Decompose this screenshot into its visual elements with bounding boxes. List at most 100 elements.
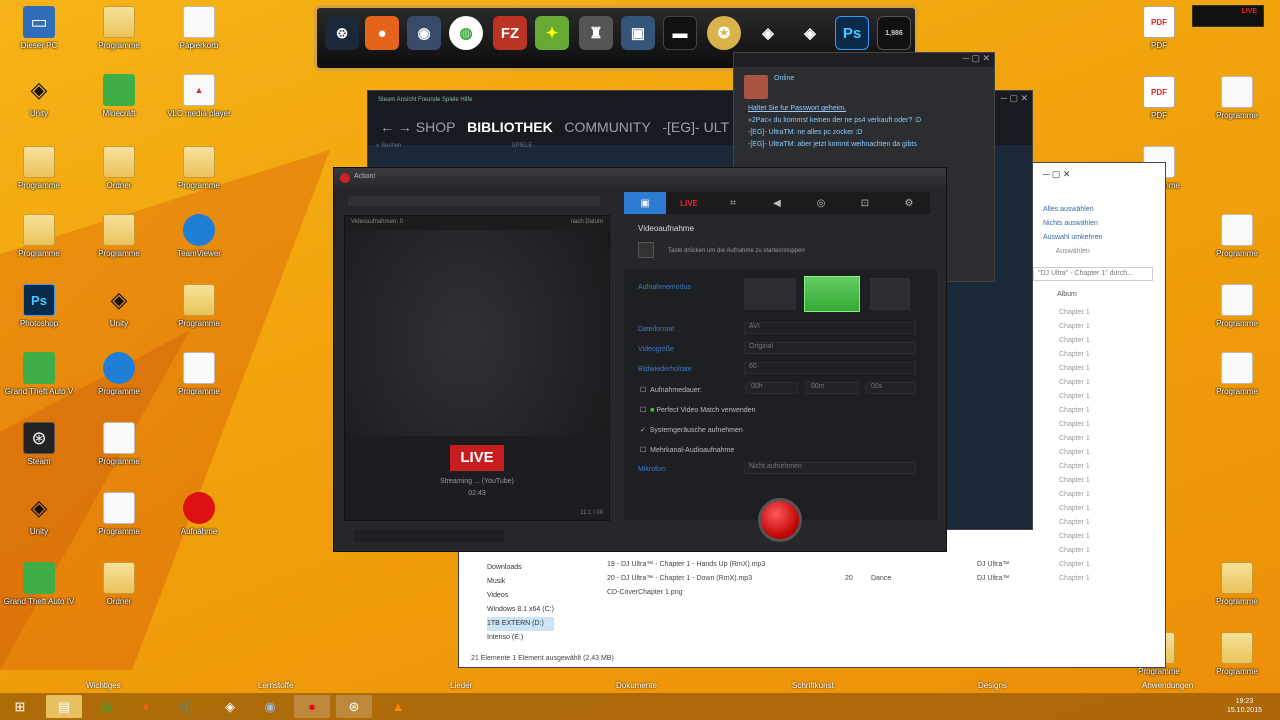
select-all-button[interactable]: Alles auswählen [1043,203,1103,217]
record-button[interactable] [758,498,802,542]
desktop-icon[interactable]: Programme [0,146,78,191]
desktop-icon[interactable]: Programme [160,146,238,191]
chrome-icon[interactable]: ◍ [88,695,124,718]
desktop-icon[interactable]: TeamViewer [160,214,238,259]
explorer-icon[interactable]: ▤ [46,695,82,718]
nav-item-videos[interactable]: Videos [487,589,554,603]
desktop-icon[interactable]: Papierkorb [160,6,238,51]
desktop-icon[interactable]: Programme [80,352,158,397]
desktop-icon[interactable]: ◈ Unity [0,492,78,537]
microphone-select[interactable]: Nicht aufnehmen [744,462,916,474]
desktop-icon[interactable]: Grand Theft Auto V [0,352,78,397]
desktop-label[interactable]: Lieder [450,681,472,690]
tab-screenshot[interactable]: ⌗ [712,192,754,214]
select-none-button[interactable]: Nichts auswählen [1043,217,1103,231]
photo-icon[interactable]: ▣ [621,16,655,50]
desktop-icon[interactable]: Ordner [80,146,158,191]
nav-item-downloads[interactable]: Downloads [487,561,554,575]
steam-icon[interactable]: ⊛ [325,16,359,50]
skype-icon[interactable]: ⓢ [168,695,204,718]
desktop-icon[interactable]: PDF PDF [1120,6,1198,51]
desktop-icon[interactable]: Programme [160,284,238,329]
tab-audio[interactable]: ◀ [756,192,798,214]
desktop-icon[interactable]: Programme [80,422,158,467]
photoshop-icon[interactable]: Ps [835,16,869,50]
sort-dropdown[interactable]: nach Datum [571,219,603,225]
chrome-icon[interactable]: ◍ [449,16,483,50]
desktop-icon[interactable]: Grand Theft Auto IV [0,562,78,607]
mode-desktop-icon[interactable] [804,276,860,312]
desktop-icon[interactable]: ▭ Dieser PC [0,6,78,51]
desktop-icon[interactable]: PDF PDF [1120,76,1198,121]
desktop-label[interactable]: Dokumente [616,681,657,690]
teamspeak-icon[interactable]: ◉ [407,16,441,50]
chat-link[interactable]: Haltet Sie fur Passwort geheim. [734,103,994,115]
file-row[interactable]: 20 - DJ Ultra™ - Chapter 1 - Down (RmX).… [607,575,1009,582]
desktop-icon[interactable]: ◈ Unity [0,74,78,119]
desktop-icon[interactable]: Ordner [80,562,158,607]
duration-checkbox[interactable]: ☐ Aufnahmedauer: [640,386,702,394]
desktop-icon[interactable]: Minecraft [80,74,158,119]
badge-icon[interactable]: ✪ [707,16,741,50]
desktop-icon[interactable]: Programme [160,352,238,397]
start-icon[interactable]: ⊞ [2,695,38,718]
window-controls[interactable]: ─ ▢ ✕ [963,53,990,64]
duration-minutes[interactable]: 00m [806,382,858,394]
window-controls[interactable]: ─ ▢ ✕ [1043,169,1070,180]
nav-profile[interactable]: -[EG]- ULT [662,119,729,135]
desktop-icon[interactable]: Programme [1198,214,1276,259]
library-search[interactable]: ⌕ Suchen SPIELE [376,143,532,150]
nav-item-drive-d[interactable]: 1TB EXTERN (D:) [487,617,554,631]
nav-library[interactable]: BIBLIOTHEK [467,119,553,135]
trophy-icon[interactable]: ♜ [579,16,613,50]
file-row[interactable]: 19 - DJ Ultra™ - Chapter 1 - Hands Up (R… [607,561,1009,568]
desktop-icon[interactable]: Programme [80,6,158,51]
unity-icon[interactable]: ◈ [793,16,827,50]
tab-gameplay[interactable]: ⊡ [844,192,886,214]
vlc-icon[interactable]: ▲ [380,695,416,718]
desktop-icon[interactable]: Programme [0,214,78,259]
nav-item-music[interactable]: Musik [487,575,554,589]
desktop-label[interactable]: Designs [978,681,1007,690]
desktop-icon[interactable]: Ps Photoshop [0,284,78,329]
firefox-icon[interactable]: ● [128,695,164,718]
desktop-icon[interactable]: ⊛ Steam [0,422,78,467]
firefox-icon[interactable]: ● [365,16,399,50]
unity-icon[interactable]: ◈ [751,16,785,50]
steam-icon[interactable]: ⊛ [336,695,372,718]
nav-shop[interactable]: SHOP [416,119,456,135]
desktop-icon[interactable]: ▲ VLC media player [160,74,238,119]
nav-back-icon[interactable]: ← → [380,119,416,135]
nav-item-drive-c[interactable]: Windows 8.1 x64 (C:) [487,603,554,617]
preview-controls[interactable] [354,530,504,542]
action-icon[interactable]: ● [294,695,330,718]
tab-video-recording[interactable]: ▣ [624,192,666,214]
framerate-select[interactable]: 60 [744,362,916,374]
perfect-match-checkbox[interactable]: ☐ ■ Perfect Video Match verwenden [640,406,755,414]
desktop-label[interactable]: Wichtiges [86,681,121,690]
desktop-icon[interactable]: Aufnahme [160,492,238,537]
window-controls[interactable]: ─ ▢ ✕ [1001,93,1028,104]
game-icon[interactable]: ▬ [663,16,697,50]
tab-live[interactable]: LIVE [668,192,710,214]
duration-hours[interactable]: 00h [746,382,798,394]
mode-gamepad-icon[interactable] [744,278,796,310]
desktop-icon[interactable]: Programme [1198,562,1276,607]
desktop-label[interactable]: Schriftkunst [792,681,834,690]
desktop-icon[interactable]: Programme [80,214,158,259]
tab-webcam[interactable]: ◎ [800,192,842,214]
nav-item-drive-e[interactable]: Intenso (E:) [487,631,554,645]
unity-icon[interactable]: ◈ [212,695,248,718]
search-input[interactable]: "DJ Ultra" - Chapter 1" durch... [1033,267,1153,281]
video-size-select[interactable]: Original [744,342,916,354]
file-row[interactable]: CD-CoverChapter 1.png [607,589,682,596]
desktop-icon[interactable]: Programme [1198,632,1276,677]
invert-selection-button[interactable]: Auswahl umkehren [1043,231,1103,245]
multichannel-checkbox[interactable]: ☐ Mehrkanal-Audioaufnahme [640,446,734,454]
desktop-label[interactable]: Anwendungen [1142,681,1193,690]
nav-community[interactable]: COMMUNITY [564,119,650,135]
system-audio-checkbox[interactable]: ✓ Systemgeräusche aufnehmen [640,426,743,434]
desktop-icon[interactable]: ◈ Unity [80,284,158,329]
desktop-label[interactable]: Lernstoffe [258,681,293,690]
duration-seconds[interactable]: 00s [866,382,916,394]
